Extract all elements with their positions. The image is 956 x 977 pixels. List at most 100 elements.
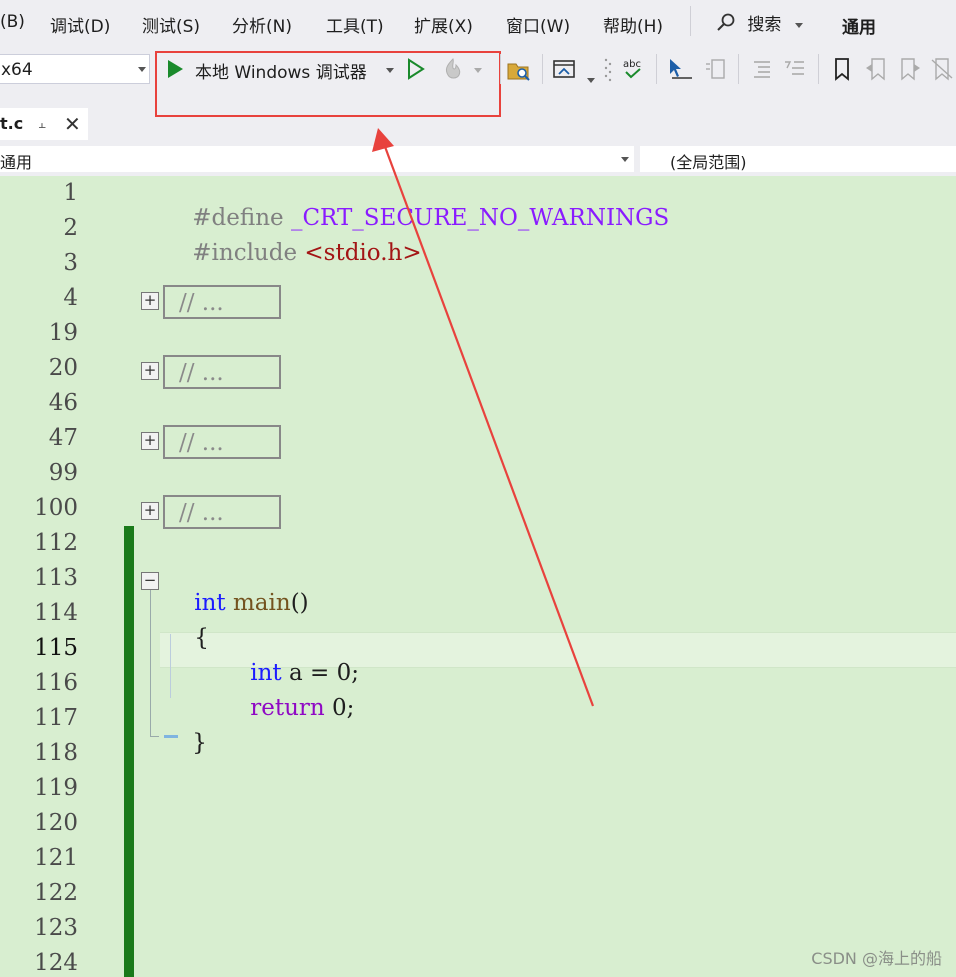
tab-file[interactable]: t.c ⫠ ✕: [0, 108, 88, 140]
chevron-down-icon: [138, 67, 146, 72]
line-number: 121: [34, 845, 78, 871]
preprocessor-keyword: #include: [192, 240, 298, 266]
include-file: <stdio.h>: [304, 240, 422, 266]
change-tracking-bar: [124, 526, 134, 977]
collapsed-text: // ...: [179, 430, 224, 456]
expand-region-icon[interactable]: +: [141, 502, 159, 520]
line-number: 117: [34, 705, 78, 731]
line-number: 113: [34, 565, 78, 591]
navigation-bar: 通用 (全局范围): [0, 144, 956, 174]
return-value: 0;: [324, 695, 355, 721]
line-number: 123: [34, 915, 78, 941]
menu-bar: (B) 调试(D) 测试(S) 分析(N) 工具(T) 扩展(X) 窗口(W) …: [0, 0, 956, 46]
line-number: 116: [34, 670, 78, 696]
code-line-close-brace[interactable]: }: [163, 704, 207, 782]
return-keyword: return: [250, 695, 325, 721]
folder-search-icon[interactable]: [506, 56, 530, 82]
line-number: 114: [34, 600, 78, 626]
menu-analyze[interactable]: 分析(N): [232, 12, 292, 37]
platform-value: x64: [1, 60, 33, 80]
annotation-highlight-box: [155, 51, 501, 117]
line-number: 119: [34, 775, 78, 801]
chevron-down-icon: [621, 157, 629, 162]
svg-text:abc: abc: [623, 59, 641, 70]
scope-guide: [150, 590, 151, 736]
code-line-return[interactable]: return 0;: [221, 669, 354, 747]
scope-value: (全局范围): [670, 153, 747, 172]
line-number: 2: [63, 215, 78, 241]
menu-test[interactable]: 测试(S): [142, 12, 200, 37]
collapsed-region[interactable]: // ...: [163, 495, 281, 529]
spell-check-icon[interactable]: abc: [620, 56, 646, 82]
code-line-open-brace[interactable]: {: [165, 599, 209, 677]
search-label: 搜索: [747, 15, 782, 35]
indent-guide: [170, 634, 171, 698]
search-button[interactable]: 搜索: [716, 10, 803, 38]
code-editor[interactable]: 1 2 3 4 19 20 46 47 99 100 112 113 114 1…: [0, 176, 956, 977]
next-bookmark-icon: [901, 58, 920, 81]
close-icon[interactable]: ✕: [64, 112, 81, 136]
line-number: 1: [63, 180, 78, 206]
config-label[interactable]: 通用: [842, 13, 876, 38]
toolbar-separator: [818, 54, 819, 84]
scope-dropdown[interactable]: (全局范围): [640, 146, 956, 172]
scope-guide: [150, 736, 159, 737]
outdent-icon: [754, 61, 770, 78]
menu-window[interactable]: 窗口(W): [506, 12, 570, 37]
collapsed-text: // ...: [179, 290, 224, 316]
function-name: main: [232, 590, 291, 616]
menu-tools[interactable]: 工具(T): [326, 12, 384, 37]
toolbar-separator: [656, 54, 657, 84]
toolbar-grip-icon: [604, 58, 612, 82]
collapsed-region[interactable]: // ...: [163, 285, 281, 319]
collapsed-text: // ...: [179, 360, 224, 386]
line-number: 124: [34, 950, 78, 976]
close-brace: }: [192, 730, 207, 756]
menu-build[interactable]: (B): [0, 12, 25, 32]
tab-filename: t.c: [0, 114, 24, 133]
expand-region-icon[interactable]: +: [141, 362, 159, 380]
line-number: 122: [34, 880, 78, 906]
parens: (): [290, 590, 309, 616]
insert-cursor-icon[interactable]: [666, 56, 694, 82]
line-number: 100: [34, 495, 78, 521]
code-line-include[interactable]: #include <stdio.h>: [163, 214, 422, 292]
collapsed-region[interactable]: // ...: [163, 425, 281, 459]
home-window-icon[interactable]: [552, 56, 580, 82]
line-number-current: 115: [34, 635, 78, 661]
expand-region-icon[interactable]: +: [141, 292, 159, 310]
toolbar-separator: [500, 54, 501, 84]
chevron-down-icon[interactable]: [587, 78, 595, 83]
collapsed-text: // ...: [179, 500, 224, 526]
pin-icon[interactable]: ⫠: [38, 117, 46, 132]
collapse-region-icon[interactable]: −: [141, 572, 159, 590]
previous-bookmark-icon: [866, 58, 885, 81]
collapsed-region[interactable]: // ...: [163, 355, 281, 389]
line-number: 4: [63, 285, 78, 311]
toolbar-separator: [542, 54, 543, 84]
menu-help[interactable]: 帮助(H): [603, 12, 663, 37]
line-number: 118: [34, 740, 78, 766]
chevron-down-icon: [794, 22, 803, 28]
project-dropdown[interactable]: 通用: [0, 146, 634, 172]
menu-extensions[interactable]: 扩展(X): [414, 12, 473, 37]
line-number: 19: [48, 320, 78, 346]
toolbar-separator: [738, 54, 739, 84]
watermark: CSDN @海上的船: [811, 949, 942, 968]
expand-region-icon[interactable]: +: [141, 432, 159, 450]
line-number: 47: [48, 425, 78, 451]
bookmark-icon[interactable]: [830, 56, 854, 82]
project-value: 通用: [0, 153, 33, 172]
line-number: 46: [48, 390, 78, 416]
uncomment-icon: [785, 61, 804, 75]
open-brace: {: [194, 625, 209, 651]
line-number: 120: [34, 810, 78, 836]
search-icon: [716, 13, 736, 38]
line-number: 20: [48, 355, 78, 381]
platform-dropdown[interactable]: x64: [0, 54, 150, 84]
menu-debug[interactable]: 调试(D): [50, 12, 110, 37]
line-number: 112: [34, 530, 78, 556]
clear-bookmarks-icon: [931, 58, 953, 81]
line-number: 3: [63, 250, 78, 276]
line-number: 99: [48, 460, 78, 486]
